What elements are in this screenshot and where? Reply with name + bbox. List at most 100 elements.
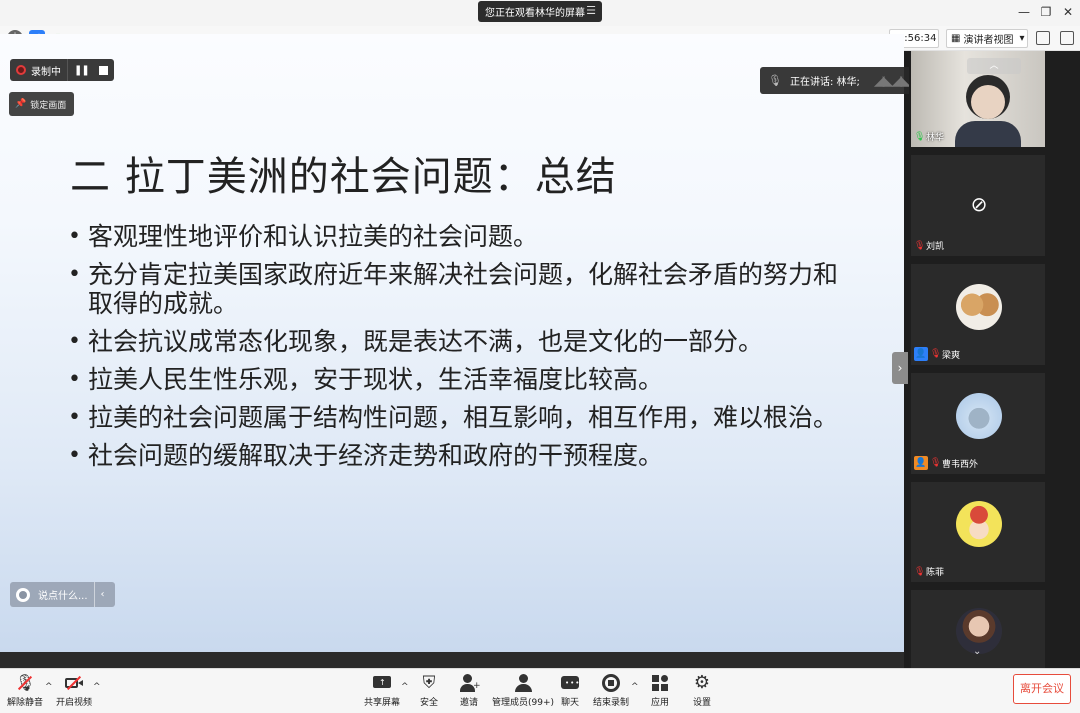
participant-name: 陈菲	[926, 568, 945, 578]
invite-label: 邀请	[459, 698, 478, 708]
participants-icon	[513, 673, 533, 693]
avatar	[956, 393, 1002, 439]
chat-placeholder: 说点什么...	[38, 591, 88, 602]
close-icon[interactable]: ✕	[1060, 4, 1076, 20]
settings-label: 设置	[692, 698, 711, 708]
speaker-face	[971, 85, 1005, 119]
video-off-icon	[64, 673, 84, 693]
viewing-screen-label: 您正在观看林华的屏幕	[485, 8, 585, 19]
share-screen-icon: ↑	[372, 673, 392, 693]
chevron-up-icon[interactable]: ^	[93, 682, 101, 692]
participants-label: 管理成员(99+)	[492, 698, 555, 708]
record-icon	[16, 65, 26, 75]
bullet-item: 社会抗议成常态化现象，既是表达不满，也是文化的一部分。	[66, 327, 846, 356]
chat-label: 聊天	[560, 698, 579, 708]
collapse-gallery-button[interactable]: ›	[892, 352, 908, 384]
unmute-label: 解除静音	[7, 698, 44, 708]
security-button[interactable]: ⛨ 安全	[419, 673, 439, 708]
unmute-button[interactable]: 🎙 解除静音	[7, 673, 43, 708]
stop-recording-icon[interactable]	[98, 65, 108, 75]
start-video-button[interactable]: 开启视频	[56, 673, 92, 708]
security-label: 安全	[419, 698, 438, 708]
bullet-item: 拉美的社会问题属于结构性问题，相互影响，相互作用，难以根治。	[66, 403, 846, 432]
apps-button[interactable]: 应用	[650, 673, 670, 708]
participant-tile[interactable]: 👤 🎙 曹韦西外	[911, 373, 1045, 474]
slide-bottom-bar	[0, 652, 904, 668]
gear-icon: ⚙	[693, 672, 711, 693]
chevron-up-icon[interactable]: ^	[401, 682, 409, 692]
share-screen-button[interactable]: ↑ 共享屏幕	[364, 673, 400, 708]
participant-tile[interactable]: 👤 🎙 梁爽	[911, 264, 1045, 365]
participant-name-tag: 🎙 刘凯	[914, 239, 945, 253]
recording-indicator: 录制中 ❚❚	[10, 59, 114, 81]
grid-icon: ▦	[951, 33, 961, 44]
user-badge-icon: 👤	[914, 347, 928, 361]
slide-bullet-list: 客观理性地评价和认识拉美的社会问题。 充分肯定拉美国家政府近年来解决社会问题，化…	[66, 222, 846, 479]
stop-record-icon	[601, 673, 621, 693]
participant-name-tag: 👤 🎙 梁爽	[914, 347, 960, 361]
leave-meeting-button[interactable]: 离开会议	[1013, 674, 1071, 704]
restore-icon[interactable]: ❐	[1038, 4, 1054, 20]
participant-tile[interactable]: ⌄	[911, 590, 1045, 668]
scroll-up-button[interactable]: ︿	[967, 58, 1021, 74]
banner-menu-icon[interactable]: ☰	[584, 4, 598, 18]
participant-name: 林华	[926, 133, 945, 143]
invite-user-icon: +	[459, 673, 481, 693]
fullscreen-icon[interactable]	[1036, 31, 1050, 45]
recording-label: 录制中	[31, 66, 61, 78]
avatar	[956, 501, 1002, 547]
participants-button[interactable]: 管理成员(99+)	[492, 673, 554, 708]
user-avatar-icon	[16, 587, 30, 602]
participant-name-tag: 👤 🎙 曹韦西外	[914, 456, 978, 470]
mic-on-icon: 🎙	[914, 131, 926, 142]
chevron-left-icon[interactable]: ‹	[101, 589, 105, 600]
pin-icon: 📌	[15, 99, 27, 109]
chevron-down-icon[interactable]: ⌄	[973, 646, 981, 657]
sidebar-toggle-icon[interactable]	[1060, 31, 1074, 45]
mic-muted-icon: 🎙	[914, 240, 926, 251]
chevron-down-icon: ▾	[1019, 33, 1025, 44]
chevron-up-icon[interactable]: ^	[45, 682, 53, 692]
lock-screen-button[interactable]: 📌 锁定画面	[9, 92, 74, 116]
window-titlebar: 您正在观看林华的屏幕 ☰ — ❐ ✕	[0, 0, 1080, 26]
end-recording-button[interactable]: 结束录制	[593, 673, 629, 708]
video-off-icon: ⊘	[970, 192, 988, 216]
share-screen-label: 共享屏幕	[364, 698, 401, 708]
apps-label: 应用	[650, 698, 669, 708]
chat-button[interactable]: ••• 聊天	[560, 673, 580, 708]
viewing-screen-banner[interactable]: 您正在观看林华的屏幕 ☰	[478, 1, 602, 22]
chat-icon: •••	[560, 673, 580, 693]
slide-title: 二 拉丁美洲的社会问题：总结	[70, 154, 617, 200]
participant-name: 梁爽	[942, 350, 961, 361]
bullet-item: 客观理性地评价和认识拉美的社会问题。	[66, 222, 846, 251]
settings-button[interactable]: ⚙ 设置	[692, 672, 712, 709]
lock-screen-label: 锁定画面	[30, 100, 67, 111]
start-video-label: 开启视频	[56, 698, 93, 708]
divider	[67, 59, 68, 81]
avatar	[956, 284, 1002, 330]
speaker-view-button[interactable]: ▦ 演讲者视图 ▾	[946, 29, 1028, 48]
participant-tile[interactable]: 🎙 陈菲	[911, 482, 1045, 582]
user-badge-icon: 👤	[914, 456, 928, 470]
pause-recording-icon[interactable]: ❚❚	[74, 65, 90, 76]
audio-waves-icon: ◢◣◢◣	[873, 72, 911, 89]
apps-icon	[650, 673, 670, 693]
chat-input-bubble[interactable]: 说点什么... ‹	[10, 582, 115, 607]
participant-name: 刘凯	[926, 242, 945, 252]
participant-name: 曹韦西外	[942, 459, 979, 470]
shield-icon: ⛨	[422, 673, 436, 693]
end-recording-label: 结束录制	[593, 698, 630, 708]
invite-button[interactable]: + 邀请	[459, 673, 481, 708]
active-speaker-label: 正在讲话: 林华;	[789, 77, 860, 88]
mic-muted-icon: 🎙	[930, 458, 942, 468]
speaker-body	[955, 121, 1021, 147]
chevron-up-icon[interactable]: ^	[631, 682, 639, 692]
divider	[93, 582, 95, 607]
speaker-view-label: 演讲者视图	[963, 35, 1014, 46]
minimize-icon[interactable]: —	[1016, 4, 1032, 20]
bullet-item: 充分肯定拉美国家政府近年来解决社会问题，化解社会矛盾的努力和取得的成就。	[66, 260, 846, 318]
participant-name-tag: 🎙 林华	[914, 130, 945, 144]
mic-icon: 🎙	[768, 74, 782, 87]
participant-name-tag: 🎙 陈菲	[914, 565, 945, 579]
participant-tile[interactable]: ⊘ 🎙 刘凯	[911, 155, 1045, 256]
